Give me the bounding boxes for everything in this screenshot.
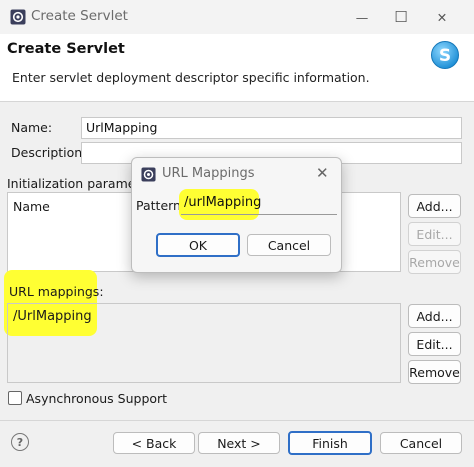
init-params-label: Initialization paramete [7, 176, 131, 191]
back-button[interactable]: < Back [113, 432, 195, 454]
description-label: Description: [11, 145, 87, 160]
page-description: Enter servlet deployment descriptor spec… [12, 70, 370, 85]
name-label: Name: [11, 120, 53, 135]
help-icon[interactable]: ? [11, 433, 29, 451]
url-add-button[interactable]: Add... [408, 304, 461, 328]
init-params-column-name: Name [13, 199, 50, 214]
init-remove-button[interactable]: Remove [408, 250, 461, 274]
async-support-label: Asynchronous Support [26, 391, 168, 406]
close-button[interactable]: ✕ [430, 6, 454, 28]
url-mappings-dialog: URL Mappings ✕ Pattern: /urlMapping OK C… [131, 157, 342, 273]
dialog-close-icon[interactable]: ✕ [316, 164, 329, 182]
url-mappings-list[interactable]: /UrlMapping [7, 303, 401, 383]
url-mapping-item[interactable]: /UrlMapping [13, 309, 92, 324]
dialog-title: URL Mappings [162, 166, 255, 181]
init-add-button[interactable]: Add... [408, 194, 461, 218]
pattern-input[interactable]: /urlMapping [181, 193, 337, 215]
url-edit-button[interactable]: Edit... [408, 332, 461, 356]
servlet-logo-icon: S [431, 41, 459, 69]
url-mappings-label: URL mappings: [9, 284, 104, 299]
page-title: Create Servlet [7, 41, 125, 57]
next-button[interactable]: Next > [198, 432, 280, 454]
ok-button[interactable]: OK [156, 233, 240, 257]
eclipse-app-icon [141, 167, 156, 182]
close-icon: ✕ [436, 9, 448, 25]
svg-text:S: S [439, 46, 451, 66]
dialog-cancel-button[interactable]: Cancel [247, 234, 331, 256]
url-remove-button[interactable]: Remove [408, 360, 461, 384]
minimize-button[interactable]: — [350, 6, 374, 28]
maximize-button[interactable]: ☐ [389, 6, 413, 28]
maximize-icon: ☐ [394, 8, 408, 26]
pattern-label: Pattern: [136, 198, 186, 213]
cancel-button[interactable]: Cancel [380, 432, 462, 454]
finish-button[interactable]: Finish [288, 431, 372, 455]
footer-divider [0, 420, 474, 421]
wizard-header: Create Servlet Enter servlet deployment … [0, 34, 474, 102]
minimize-icon: — [355, 9, 369, 25]
window-title: Create Servlet [31, 8, 128, 24]
eclipse-app-icon [10, 9, 26, 25]
async-support-checkbox[interactable] [8, 391, 22, 405]
init-edit-button[interactable]: Edit... [408, 222, 461, 246]
name-field[interactable]: UrlMapping [81, 117, 462, 139]
